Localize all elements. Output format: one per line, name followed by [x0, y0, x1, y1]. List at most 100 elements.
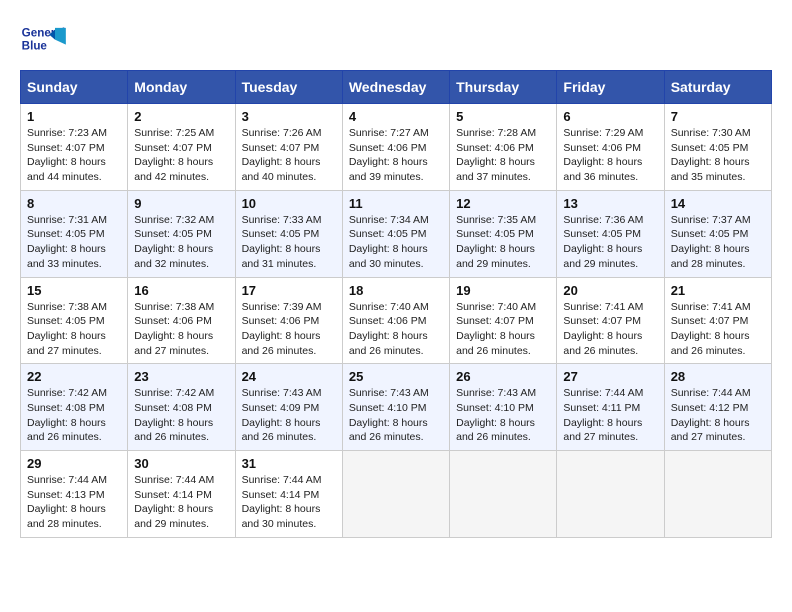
day-detail: Sunrise: 7:29 AMSunset: 4:06 PMDaylight:…: [563, 126, 657, 185]
day-number: 12: [456, 196, 550, 211]
calendar-table: SundayMondayTuesdayWednesdayThursdayFrid…: [20, 70, 772, 538]
calendar-cell: 24 Sunrise: 7:43 AMSunset: 4:09 PMDayligh…: [235, 364, 342, 451]
calendar-cell: 14Sunrise: 7:37 AMSunset: 4:05 PMDayligh…: [664, 190, 771, 277]
day-number: 29: [27, 456, 121, 471]
day-detail: Sunrise: 7:42 AMSunset: 4:08 PMDaylight:…: [27, 386, 121, 445]
day-detail: Sunrise: 7:31 AMSunset: 4:05 PMDaylight:…: [27, 213, 121, 272]
day-detail: Sunrise: 7:35 AMSunset: 4:05 PMDaylight:…: [456, 213, 550, 272]
calendar-cell: 26Sunrise: 7:43 AMSunset: 4:10 PMDayligh…: [450, 364, 557, 451]
day-detail: Sunrise: 7:28 AMSunset: 4:06 PMDaylight:…: [456, 126, 550, 185]
calendar-cell: 5Sunrise: 7:28 AMSunset: 4:06 PMDaylight…: [450, 104, 557, 191]
calendar-header-friday: Friday: [557, 71, 664, 104]
day-number: 11: [349, 196, 443, 211]
calendar-cell: 20 Sunrise: 7:41 AMSunset: 4:07 PMDayligh…: [557, 277, 664, 364]
calendar-cell: 17 Sunrise: 7:39 AMSunset: 4:06 PMDayligh…: [235, 277, 342, 364]
calendar-header-sunday: Sunday: [21, 71, 128, 104]
day-number: 1: [27, 109, 121, 124]
calendar-cell: [450, 451, 557, 538]
calendar-cell: 6 Sunrise: 7:29 AMSunset: 4:06 PMDaylight…: [557, 104, 664, 191]
day-detail: Sunrise: 7:43 AMSunset: 4:09 PMDaylight:…: [242, 386, 336, 445]
calendar-header-thursday: Thursday: [450, 71, 557, 104]
day-detail: Sunrise: 7:44 AMSunset: 4:14 PMDaylight:…: [134, 473, 228, 532]
calendar-cell: 10 Sunrise: 7:33 AMSunset: 4:05 PMDayligh…: [235, 190, 342, 277]
day-number: 30: [134, 456, 228, 471]
calendar-cell: 27Sunrise: 7:44 AMSunset: 4:11 PMDayligh…: [557, 364, 664, 451]
calendar-cell: 1 Sunrise: 7:23 AMSunset: 4:07 PMDaylight…: [21, 104, 128, 191]
day-detail: Sunrise: 7:30 AMSunset: 4:05 PMDaylight:…: [671, 126, 765, 185]
day-number: 22: [27, 369, 121, 384]
day-number: 27: [563, 369, 657, 384]
day-number: 9: [134, 196, 228, 211]
calendar-cell: 9 Sunrise: 7:32 AMSunset: 4:05 PMDaylight…: [128, 190, 235, 277]
logo-icon: General Blue: [20, 20, 70, 60]
calendar-week-row: 15Sunrise: 7:38 AMSunset: 4:05 PMDayligh…: [21, 277, 772, 364]
day-detail: Sunrise: 7:27 AMSunset: 4:06 PMDaylight:…: [349, 126, 443, 185]
calendar-cell: [557, 451, 664, 538]
calendar-cell: 8 Sunrise: 7:31 AMSunset: 4:05 PMDaylight…: [21, 190, 128, 277]
day-detail: Sunrise: 7:26 AMSunset: 4:07 PMDaylight:…: [242, 126, 336, 185]
day-detail: Sunrise: 7:44 AMSunset: 4:14 PMDaylight:…: [242, 473, 336, 532]
day-detail: Sunrise: 7:43 AMSunset: 4:10 PMDaylight:…: [349, 386, 443, 445]
day-number: 23: [134, 369, 228, 384]
day-detail: Sunrise: 7:23 AMSunset: 4:07 PMDaylight:…: [27, 126, 121, 185]
calendar-cell: 2 Sunrise: 7:25 AMSunset: 4:07 PMDaylight…: [128, 104, 235, 191]
calendar-header-monday: Monday: [128, 71, 235, 104]
calendar-cell: 4 Sunrise: 7:27 AMSunset: 4:06 PMDaylight…: [342, 104, 449, 191]
calendar-cell: 18Sunrise: 7:40 AMSunset: 4:06 PMDayligh…: [342, 277, 449, 364]
day-number: 13: [563, 196, 657, 211]
calendar-header-tuesday: Tuesday: [235, 71, 342, 104]
day-number: 31: [242, 456, 336, 471]
calendar-cell: 11 Sunrise: 7:34 AMSunset: 4:05 PMDayligh…: [342, 190, 449, 277]
day-number: 18: [349, 283, 443, 298]
day-number: 25: [349, 369, 443, 384]
day-number: 4: [349, 109, 443, 124]
day-number: 3: [242, 109, 336, 124]
calendar-week-row: 8 Sunrise: 7:31 AMSunset: 4:05 PMDaylight…: [21, 190, 772, 277]
day-number: 17: [242, 283, 336, 298]
day-detail: Sunrise: 7:38 AMSunset: 4:06 PMDaylight:…: [134, 300, 228, 359]
calendar-week-row: 22 Sunrise: 7:42 AMSunset: 4:08 PMDayligh…: [21, 364, 772, 451]
day-number: 7: [671, 109, 765, 124]
day-detail: Sunrise: 7:38 AMSunset: 4:05 PMDaylight:…: [27, 300, 121, 359]
day-detail: Sunrise: 7:44 AMSunset: 4:12 PMDaylight:…: [671, 386, 765, 445]
calendar-week-row: 1 Sunrise: 7:23 AMSunset: 4:07 PMDaylight…: [21, 104, 772, 191]
day-number: 6: [563, 109, 657, 124]
calendar-header-row: SundayMondayTuesdayWednesdayThursdayFrid…: [21, 71, 772, 104]
day-number: 8: [27, 196, 121, 211]
calendar-cell: 31 Sunrise: 7:44 AMSunset: 4:14 PMDayligh…: [235, 451, 342, 538]
logo: General Blue: [20, 20, 70, 60]
calendar-cell: 3 Sunrise: 7:26 AMSunset: 4:07 PMDaylight…: [235, 104, 342, 191]
calendar-cell: 22 Sunrise: 7:42 AMSunset: 4:08 PMDayligh…: [21, 364, 128, 451]
day-number: 14: [671, 196, 765, 211]
day-detail: Sunrise: 7:34 AMSunset: 4:05 PMDaylight:…: [349, 213, 443, 272]
calendar-cell: 19Sunrise: 7:40 AMSunset: 4:07 PMDayligh…: [450, 277, 557, 364]
day-detail: Sunrise: 7:41 AMSunset: 4:07 PMDaylight:…: [563, 300, 657, 359]
day-detail: Sunrise: 7:42 AMSunset: 4:08 PMDaylight:…: [134, 386, 228, 445]
day-number: 26: [456, 369, 550, 384]
day-number: 28: [671, 369, 765, 384]
calendar-cell: 16Sunrise: 7:38 AMSunset: 4:06 PMDayligh…: [128, 277, 235, 364]
calendar-cell: 30 Sunrise: 7:44 AMSunset: 4:14 PMDayligh…: [128, 451, 235, 538]
svg-text:Blue: Blue: [22, 40, 48, 53]
day-detail: Sunrise: 7:39 AMSunset: 4:06 PMDaylight:…: [242, 300, 336, 359]
day-detail: Sunrise: 7:36 AMSunset: 4:05 PMDaylight:…: [563, 213, 657, 272]
day-number: 20: [563, 283, 657, 298]
day-number: 24: [242, 369, 336, 384]
day-number: 2: [134, 109, 228, 124]
day-detail: Sunrise: 7:33 AMSunset: 4:05 PMDaylight:…: [242, 213, 336, 272]
day-detail: Sunrise: 7:32 AMSunset: 4:05 PMDaylight:…: [134, 213, 228, 272]
calendar-cell: 21Sunrise: 7:41 AMSunset: 4:07 PMDayligh…: [664, 277, 771, 364]
calendar-header-wednesday: Wednesday: [342, 71, 449, 104]
calendar-cell: 13 Sunrise: 7:36 AMSunset: 4:05 PMDayligh…: [557, 190, 664, 277]
calendar-cell: 29 Sunrise: 7:44 AMSunset: 4:13 PMDayligh…: [21, 451, 128, 538]
calendar-cell: 12 Sunrise: 7:35 AMSunset: 4:05 PMDayligh…: [450, 190, 557, 277]
day-number: 10: [242, 196, 336, 211]
calendar-week-row: 29 Sunrise: 7:44 AMSunset: 4:13 PMDayligh…: [21, 451, 772, 538]
day-detail: Sunrise: 7:44 AMSunset: 4:13 PMDaylight:…: [27, 473, 121, 532]
page-header: General Blue: [20, 20, 772, 60]
calendar-cell: 15Sunrise: 7:38 AMSunset: 4:05 PMDayligh…: [21, 277, 128, 364]
day-detail: Sunrise: 7:25 AMSunset: 4:07 PMDaylight:…: [134, 126, 228, 185]
calendar-cell: [342, 451, 449, 538]
calendar-cell: 7 Sunrise: 7:30 AMSunset: 4:05 PMDaylight…: [664, 104, 771, 191]
calendar-cell: [664, 451, 771, 538]
